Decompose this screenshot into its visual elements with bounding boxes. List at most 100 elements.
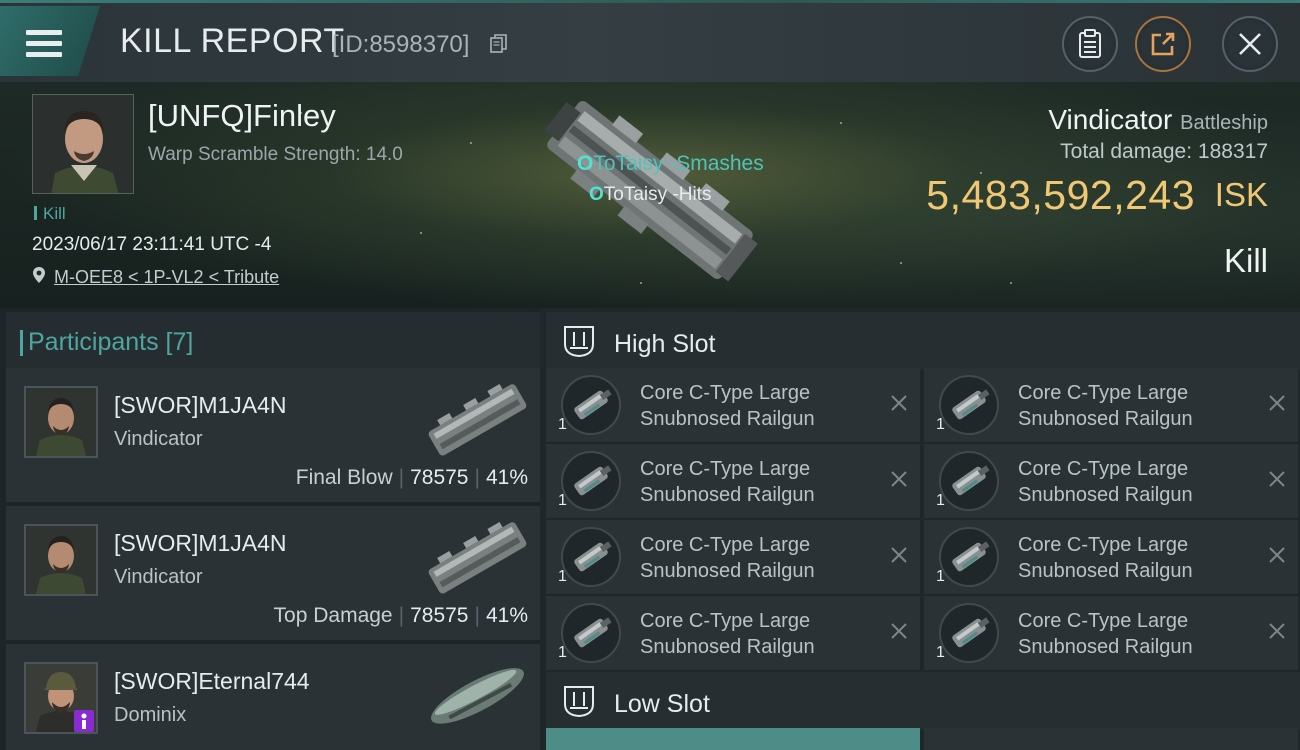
share-button[interactable]: [1135, 16, 1191, 72]
fitting-panel: High Slot 1 Core C-Type Large Snubnosed R…: [540, 308, 1300, 750]
destroyed-x-icon: [891, 395, 907, 411]
ship-class: Battleship: [1180, 112, 1268, 134]
kill-timestamp: 2023/06/17 23:11:41 UTC -4: [32, 234, 272, 255]
module-quantity: 1: [936, 416, 945, 433]
victim-ship-name: Vindicator Battleship: [1048, 104, 1268, 135]
module-quantity: 1: [558, 492, 567, 509]
module-name: Core C-Type Large Snubnosed Railgun: [640, 458, 815, 506]
close-icon: [1239, 33, 1261, 55]
high-slot-item[interactable]: 1 Core C-Type Large Snubnosed Railgun: [924, 444, 1298, 518]
participant-ship: Vindicator: [114, 428, 203, 450]
high-slot-item[interactable]: 1 Core C-Type Large Snubnosed Railgun: [546, 444, 920, 518]
participant-stats: Top Damage | 78575 | 41%: [273, 604, 528, 627]
participant-ship-image: [431, 668, 524, 724]
low-slot-header: Low Slot: [546, 672, 1300, 730]
low-slot-icon: [564, 686, 594, 718]
avatar: [33, 95, 133, 193]
menu-button[interactable]: [0, 6, 100, 76]
module-name: Core C-Type Large Snubnosed Railgun: [1018, 382, 1193, 430]
role-badge-icon: [74, 710, 94, 732]
destroyed-x-icon: [1269, 471, 1285, 487]
participant-row[interactable]: [SWOR]M1JA4N Vindicator Final Blow | 78575…: [6, 368, 540, 502]
destroyed-x-icon: [891, 547, 907, 563]
kill-tag: Kill: [34, 204, 66, 224]
high-slot-item[interactable]: 1 Core C-Type Large Snubnosed Railgun: [924, 368, 1298, 442]
participant-stats: Final Blow | 78575 | 41%: [295, 466, 528, 489]
participant-ship-image: [428, 522, 527, 594]
isk-value: 5,483,592,243: [926, 172, 1195, 218]
module-quantity: 1: [558, 644, 567, 661]
module-quantity: 1: [558, 568, 567, 585]
destroyed-x-icon: [891, 623, 907, 639]
high-slot-title: High Slot: [614, 330, 716, 358]
participant-name: [SWOR]Eternal744: [114, 668, 310, 694]
kill-location-link[interactable]: M-OEE8 < 1P-VL2 < Tribute: [54, 267, 279, 288]
clipboard-icon: [1079, 29, 1101, 58]
hamburger-menu-icon: [26, 30, 62, 58]
share-icon: [1151, 32, 1175, 56]
page-title: KILL REPORT: [120, 22, 345, 60]
high-slot-item[interactable]: 1 Core C-Type Large Snubnosed Railgun: [924, 520, 1298, 594]
top-bar: KILL REPORT [ID:8598370]: [0, 0, 1300, 82]
warp-scramble-strength: Warp Scramble Strength: 14.0: [148, 144, 403, 165]
participant-ship-image: [428, 384, 527, 456]
destroyed-x-icon: [1269, 547, 1285, 563]
low-slot-title: Low Slot: [614, 690, 710, 718]
victim-banner: [UNFQ]Finley Warp Scramble Strength: 14.…: [0, 82, 1300, 308]
module-name: Core C-Type Large Snubnosed Railgun: [1018, 458, 1193, 506]
railgun-module-icon: [939, 603, 999, 663]
attack-log-smashes: OToTaisy -Smashes: [577, 152, 764, 175]
participant-row[interactable]: [SWOR]M1JA4N Vindicator Top Damage | 78575…: [6, 506, 540, 640]
railgun-module-icon: [939, 375, 999, 435]
low-slot-item[interactable]: [546, 728, 920, 750]
attack-log-hits: OToTaisy -Hits: [589, 184, 712, 205]
railgun-module-icon: [561, 451, 621, 511]
destroyed-x-icon: [1269, 623, 1285, 639]
high-slot-item[interactable]: 1 Core C-Type Large Snubnosed Railgun: [546, 520, 920, 594]
high-slot-item[interactable]: 1 Core C-Type Large Snubnosed Railgun: [546, 368, 920, 442]
high-slot-item[interactable]: 1 Core C-Type Large Snubnosed Railgun: [924, 596, 1298, 670]
participant-avatar[interactable]: [24, 386, 98, 458]
module-name: Core C-Type Large Snubnosed Railgun: [640, 610, 815, 658]
participant-avatar[interactable]: [24, 662, 98, 734]
participant-ship: Vindicator: [114, 566, 203, 588]
low-slot-item[interactable]: [924, 728, 1298, 750]
destroyed-x-icon: [1269, 395, 1285, 411]
participants-panel: Participants [7] [SWOR]M1JA4N Vindicator: [0, 308, 540, 750]
module-name: Core C-Type Large Snubnosed Railgun: [640, 534, 815, 582]
participant-avatar[interactable]: [24, 524, 98, 596]
kill-report-id: [ID:8598370]: [332, 31, 470, 58]
high-slot-header: High Slot: [546, 312, 1300, 370]
participant-row[interactable]: [SWOR]Eternal744 Dominix: [6, 644, 540, 750]
participants-title: Participants [7]: [19, 328, 194, 356]
kill-result-label: Kill: [1223, 242, 1268, 279]
railgun-module-icon: [561, 527, 621, 587]
copy-icon[interactable]: [490, 34, 508, 54]
module-quantity: 1: [936, 492, 945, 509]
clipboard-button[interactable]: [1062, 16, 1118, 72]
module-name: Core C-Type Large Snubnosed Railgun: [1018, 534, 1193, 582]
participant-ship: Dominix: [114, 704, 187, 726]
high-slot-icon: [564, 326, 594, 358]
location-pin-icon: [33, 267, 45, 283]
destroyed-x-icon: [891, 471, 907, 487]
high-slot-item[interactable]: 1 Core C-Type Large Snubnosed Railgun: [546, 596, 920, 670]
module-quantity: 1: [558, 416, 567, 433]
isk-unit: ISK: [1214, 176, 1268, 213]
railgun-module-icon: [561, 375, 621, 435]
module-quantity: 1: [936, 644, 945, 661]
module-name: Core C-Type Large Snubnosed Railgun: [640, 382, 815, 430]
module-quantity: 1: [936, 568, 945, 585]
module-name: Core C-Type Large Snubnosed Railgun: [1018, 610, 1193, 658]
participant-name: [SWOR]M1JA4N: [114, 530, 287, 556]
railgun-module-icon: [561, 603, 621, 663]
railgun-module-icon: [939, 451, 999, 511]
close-button[interactable]: [1222, 16, 1278, 72]
top-accent-line: [0, 0, 1300, 3]
railgun-module-icon: [939, 527, 999, 587]
victim-name[interactable]: [UNFQ]Finley: [148, 98, 336, 134]
victim-portrait[interactable]: [32, 94, 134, 194]
participant-name: [SWOR]M1JA4N: [114, 392, 287, 418]
participants-header: Participants [7]: [6, 312, 540, 370]
total-damage: Total damage: 188317: [1060, 140, 1268, 163]
